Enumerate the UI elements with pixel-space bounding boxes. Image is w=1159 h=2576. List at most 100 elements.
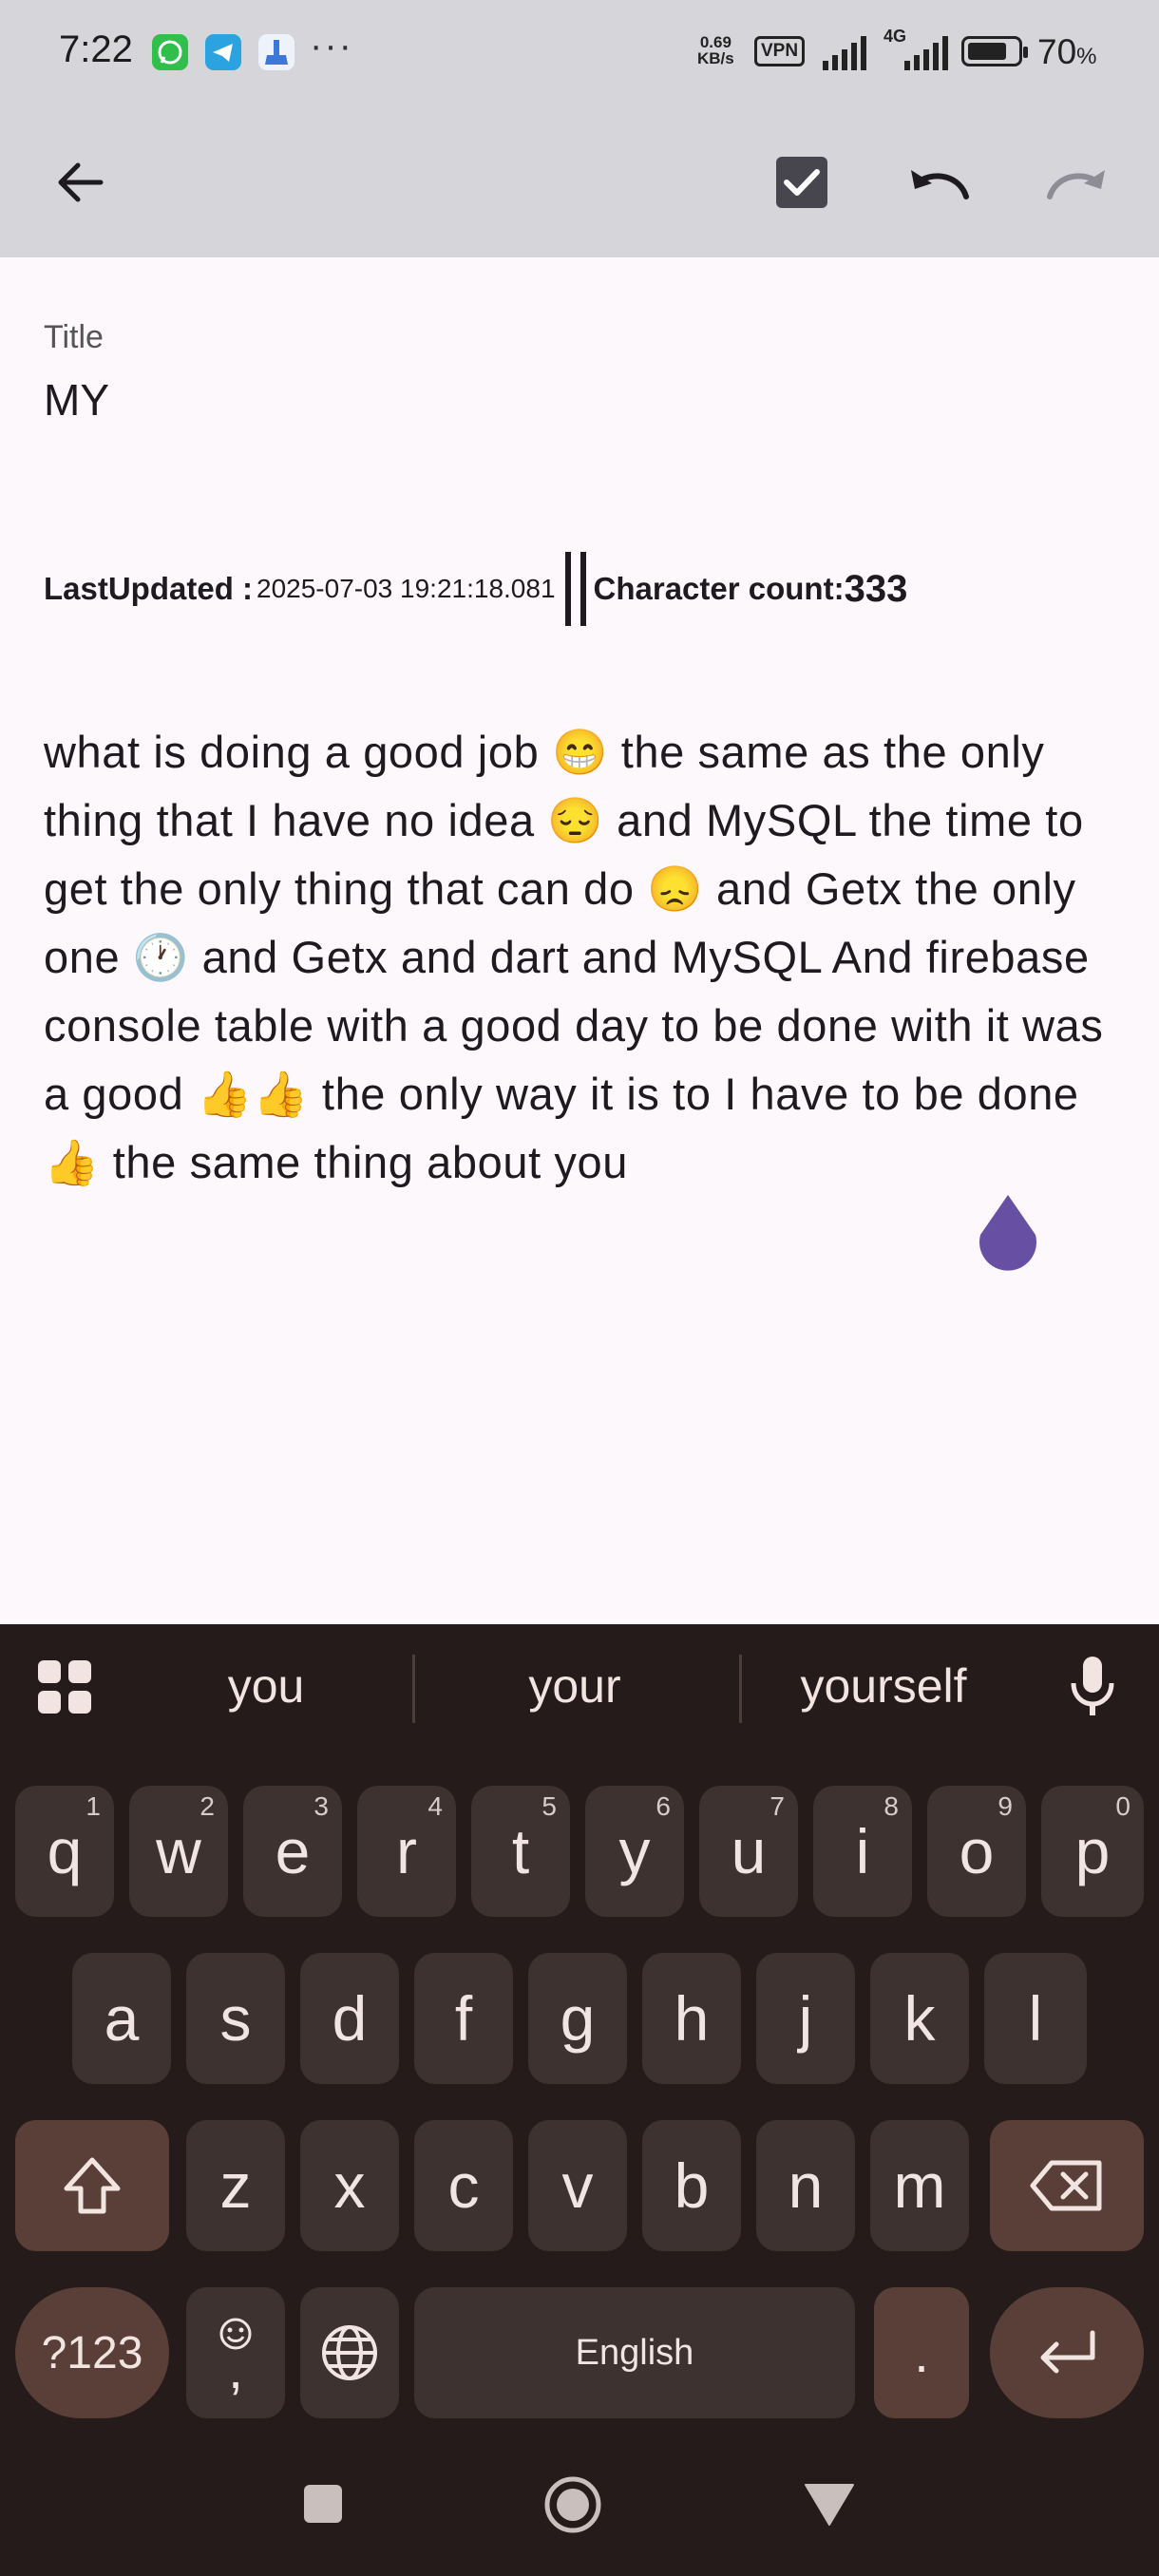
battery-icon [961,36,1028,66]
key-w[interactable]: w2 [129,1786,228,1917]
backspace-icon [1030,2160,1102,2211]
key-d[interactable]: d [300,1953,399,2084]
divider [412,1655,415,1723]
text-cursor-handle[interactable] [975,1193,1041,1273]
key-j[interactable]: j [756,1953,855,2084]
key-label: q [47,1816,83,1886]
apps-grid-icon[interactable] [36,1658,93,1715]
shift-key[interactable] [15,2120,169,2251]
key-x[interactable]: x [300,2120,399,2251]
key-v[interactable]: v [528,2120,627,2251]
back-button[interactable] [42,144,118,220]
note-body-input[interactable]: what is doing a good job 😁 the same as t… [44,718,1127,1197]
key-h[interactable]: h [642,1953,741,2084]
suggestion-2[interactable]: your [480,1658,670,1714]
enter-icon [1040,2330,1095,2374]
key-i[interactable]: i8 [813,1786,912,1917]
key-y[interactable]: y6 [585,1786,684,1917]
key-n[interactable]: n [756,2120,855,2251]
key-a[interactable]: a [72,1953,171,2084]
key-s[interactable]: s [186,1953,285,2084]
app-bar [0,106,1159,257]
key-e[interactable]: e3 [243,1786,342,1917]
home-icon[interactable] [543,2475,602,2534]
title-input[interactable]: MY [44,374,109,426]
status-bar: 7:22 ··· 0.69 KB/s VPN 4G 70% [0,0,1159,106]
arrow-left-icon [58,162,104,202]
redo-icon [1047,170,1105,199]
char-count-value: 333 [844,567,908,610]
system-nav-bar [0,2432,1159,2576]
divider [564,552,571,626]
key-label: e [275,1816,311,1886]
net-speed-unit: KB/s [697,49,734,67]
key-z[interactable]: z [186,2120,285,2251]
key-c[interactable]: c [414,2120,513,2251]
undo-icon [911,170,969,199]
key-o[interactable]: o9 [927,1786,1026,1917]
comma-label: , [228,2339,243,2399]
vpn-badge: VPN [754,36,806,66]
key-label: i [855,1816,870,1886]
key-q[interactable]: q1 [15,1786,114,1917]
redo-button[interactable] [1039,144,1115,220]
key-t[interactable]: t5 [471,1786,570,1917]
key-hint: 4 [428,1791,443,1821]
key-b[interactable]: b [642,2120,741,2251]
top-region: 7:22 ··· 0.69 KB/s VPN 4G 70% [0,0,1159,257]
signal-icon [823,36,866,70]
key-g[interactable]: g [528,1953,627,2084]
note-meta: LastUpdated : 2025-07-03 19:21:18.081 Ch… [44,551,907,627]
period-key[interactable]: . [874,2287,969,2418]
divider [739,1655,742,1723]
key-hint: 6 [656,1791,671,1821]
signal-4g-icon [904,36,948,70]
key-l[interactable]: l [984,1953,1087,2084]
suggestion-3[interactable]: yourself [770,1658,998,1714]
char-count-label: Character count: [593,571,845,606]
suggestion-bar: you your yourself [0,1624,1159,1748]
battery-level [968,43,1006,60]
back-nav-icon[interactable] [804,2483,855,2527]
key-hint: 5 [542,1791,557,1821]
battery-percent: 70% [1037,32,1097,72]
key-hint: 0 [1115,1791,1130,1821]
whatsapp-icon [152,34,188,70]
key-label: p [1074,1816,1111,1886]
divider [580,552,586,626]
key-u[interactable]: u7 [699,1786,798,1917]
key-hint: 3 [314,1791,329,1821]
language-key[interactable] [300,2287,399,2418]
checkbox-checked-icon [776,157,827,208]
key-f[interactable]: f [414,1953,513,2084]
save-button[interactable] [764,144,840,220]
net-speed-value: 0.69 [699,33,732,51]
key-label: y [618,1816,651,1886]
shift-icon [64,2157,121,2214]
status-time: 7:22 [59,28,133,70]
battery-value: 70 [1037,32,1077,71]
recents-icon[interactable] [302,2483,344,2525]
key-hint: 7 [770,1791,785,1821]
enter-key[interactable] [990,2287,1144,2418]
emoji-comma-key[interactable]: , [186,2287,285,2418]
undo-button[interactable] [901,144,977,220]
last-updated-label: LastUpdated : [44,571,254,606]
last-updated-value: 2025-07-03 19:21:18.081 [256,574,556,603]
net-speed: 0.69 KB/s [697,34,734,66]
key-k[interactable]: k [870,1953,969,2084]
key-p[interactable]: p0 [1041,1786,1144,1917]
key-r[interactable]: r4 [357,1786,456,1917]
more-notifications-icon: ··· [310,25,353,66]
key-hint: 8 [884,1791,899,1821]
key-label: o [959,1816,995,1886]
key-hint: 1 [86,1791,101,1821]
symbols-key[interactable]: ?123 [15,2287,169,2418]
suggestion-1[interactable]: you [171,1658,361,1714]
title-label: Title [44,319,104,355]
backspace-key[interactable] [990,2120,1144,2251]
key-hint: 2 [200,1791,215,1821]
microphone-icon[interactable] [1068,1655,1117,1717]
space-key[interactable]: English [414,2287,855,2418]
key-m[interactable]: m [870,2120,969,2251]
